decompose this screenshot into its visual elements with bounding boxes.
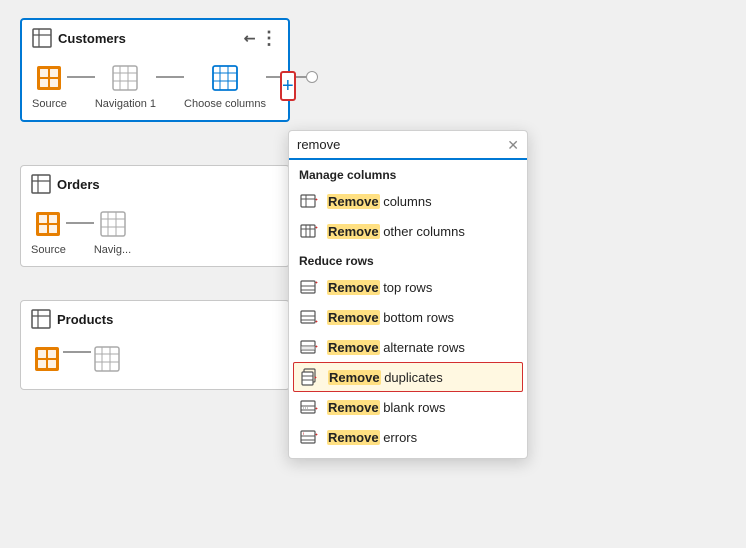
- card-title-products: Products: [57, 312, 113, 327]
- highlight-remove: Remove: [327, 194, 380, 209]
- connector: [67, 76, 95, 78]
- step-navigation: Navigation 1: [95, 62, 156, 110]
- dropdown-panel: ✕ Manage columns Remove columns: [288, 130, 528, 459]
- step-source-orders: Source: [31, 208, 66, 256]
- step-grid-products: [91, 343, 123, 379]
- section-header-manage-columns: Manage columns: [289, 160, 527, 186]
- connector-end: [296, 76, 306, 78]
- section-header-reduce-rows: Reduce rows: [289, 246, 527, 272]
- card-header-customers: Customers ↙ ⋮: [22, 20, 288, 56]
- card-steps-products: [21, 337, 289, 389]
- menu-item-label-alternate: Remove alternate rows: [327, 340, 465, 355]
- highlight-remove-bottom: Remove: [327, 310, 380, 325]
- orange-table-icon-products: [33, 345, 61, 373]
- grid-table-icon-orders: [99, 210, 127, 238]
- step-label-choose-columns: Choose columns: [184, 98, 266, 110]
- canvas: Customers ↙ ⋮ Source: [0, 0, 746, 548]
- card-header-left: Customers: [32, 28, 126, 48]
- card-actions: ↙ ⋮: [244, 29, 278, 47]
- step-source: Source: [32, 62, 67, 110]
- highlight-remove-top: Remove: [327, 280, 380, 295]
- remove-alternate-rows-icon: [299, 337, 319, 357]
- menu-item-remove-duplicates[interactable]: Remove duplicates: [293, 362, 523, 392]
- step-icon-source-orders[interactable]: [32, 208, 64, 240]
- card-title-orders: Orders: [57, 177, 100, 192]
- card-customers: Customers ↙ ⋮ Source: [20, 18, 290, 122]
- highlight-remove-2: Remove: [327, 224, 380, 239]
- menu-item-label-top: Remove top rows: [327, 280, 432, 295]
- menu-item-remove-other-columns[interactable]: Remove other columns: [289, 216, 527, 246]
- menu-item-label-blank: Remove blank rows: [327, 400, 445, 415]
- end-circle: [306, 71, 318, 83]
- card-products: Products: [20, 300, 290, 390]
- search-input[interactable]: [297, 137, 501, 152]
- highlight-remove-alternate: Remove: [327, 340, 380, 355]
- menu-item-remove-columns[interactable]: Remove columns: [289, 186, 527, 216]
- menu-item-label-bottom: Remove bottom rows: [327, 310, 454, 325]
- menu-item-label: Remove columns: [327, 194, 432, 209]
- menu-item-remove-bottom-rows[interactable]: Remove bottom rows: [289, 302, 527, 332]
- step-icon-choose-columns[interactable]: [209, 62, 241, 94]
- menu-item-remove-top-rows[interactable]: Remove top rows: [289, 272, 527, 302]
- step-choose-columns: Choose columns: [184, 62, 266, 110]
- table-icon-orders: [31, 174, 51, 194]
- remove-top-rows-icon: [299, 277, 319, 297]
- menu-item-label-2: Remove other columns: [327, 224, 465, 239]
- remove-columns-icon: [299, 191, 319, 211]
- step-navigation-orders: Navig...: [94, 208, 131, 256]
- step-icon-navigation-orders[interactable]: [97, 208, 129, 240]
- grid-table-icon-products: [93, 345, 121, 373]
- card-header-orders: Orders: [21, 166, 289, 202]
- step-icon-navigation[interactable]: [109, 62, 141, 94]
- orange-table-icon-orders: [34, 210, 62, 238]
- add-step-button[interactable]: +: [280, 71, 296, 101]
- blue-grid-icon: [211, 64, 239, 92]
- step-label-navigation-orders: Navig...: [94, 244, 131, 256]
- card-steps-orders: Source Navig...: [21, 202, 289, 266]
- step-icon-grid-products[interactable]: [91, 343, 123, 375]
- collapse-icon[interactable]: ↙: [240, 28, 260, 48]
- remove-duplicates-icon: [300, 367, 320, 387]
- connector: [266, 76, 280, 78]
- card-title: Customers: [58, 31, 126, 46]
- menu-item-remove-errors[interactable]: ! Remove errors: [289, 422, 527, 452]
- step-icon-source[interactable]: [33, 62, 65, 94]
- menu-item-remove-alternate-rows[interactable]: Remove alternate rows: [289, 332, 527, 362]
- card-header-left-orders: Orders: [31, 174, 100, 194]
- table-icon-products: [31, 309, 51, 329]
- remove-errors-icon: !: [299, 427, 319, 447]
- menu-item-remove-blank-rows[interactable]: Remove blank rows: [289, 392, 527, 422]
- card-header-products: Products: [21, 301, 289, 337]
- connector-products: [63, 351, 91, 353]
- svg-text:!: !: [303, 431, 304, 436]
- card-orders: Orders Source: [20, 165, 290, 267]
- remove-bottom-rows-icon: [299, 307, 319, 327]
- connector: [156, 76, 184, 78]
- orange-table-icon: [35, 64, 63, 92]
- table-icon: [32, 28, 52, 48]
- menu-item-label-errors: Remove errors: [327, 430, 417, 445]
- search-box: ✕: [289, 131, 527, 160]
- card-header-left-products: Products: [31, 309, 113, 329]
- connector-orders: [66, 222, 94, 224]
- remove-other-columns-icon: [299, 221, 319, 241]
- highlight-remove-duplicates: Remove: [328, 370, 381, 385]
- step-label-source: Source: [32, 98, 67, 110]
- step-label-navigation: Navigation 1: [95, 98, 156, 110]
- menu-item-label-duplicates: Remove duplicates: [328, 370, 443, 385]
- search-clear-icon[interactable]: ✕: [507, 138, 519, 152]
- step-icon-source-products[interactable]: [31, 343, 63, 375]
- highlight-remove-blank: Remove: [327, 400, 380, 415]
- card-steps-customers: Source Navigation 1: [22, 56, 288, 120]
- step-label-source-orders: Source: [31, 244, 66, 256]
- grid-table-icon: [111, 64, 139, 92]
- remove-blank-rows-icon: [299, 397, 319, 417]
- more-icon[interactable]: ⋮: [260, 29, 278, 47]
- highlight-remove-errors: Remove: [327, 430, 380, 445]
- step-source-products: [31, 343, 63, 379]
